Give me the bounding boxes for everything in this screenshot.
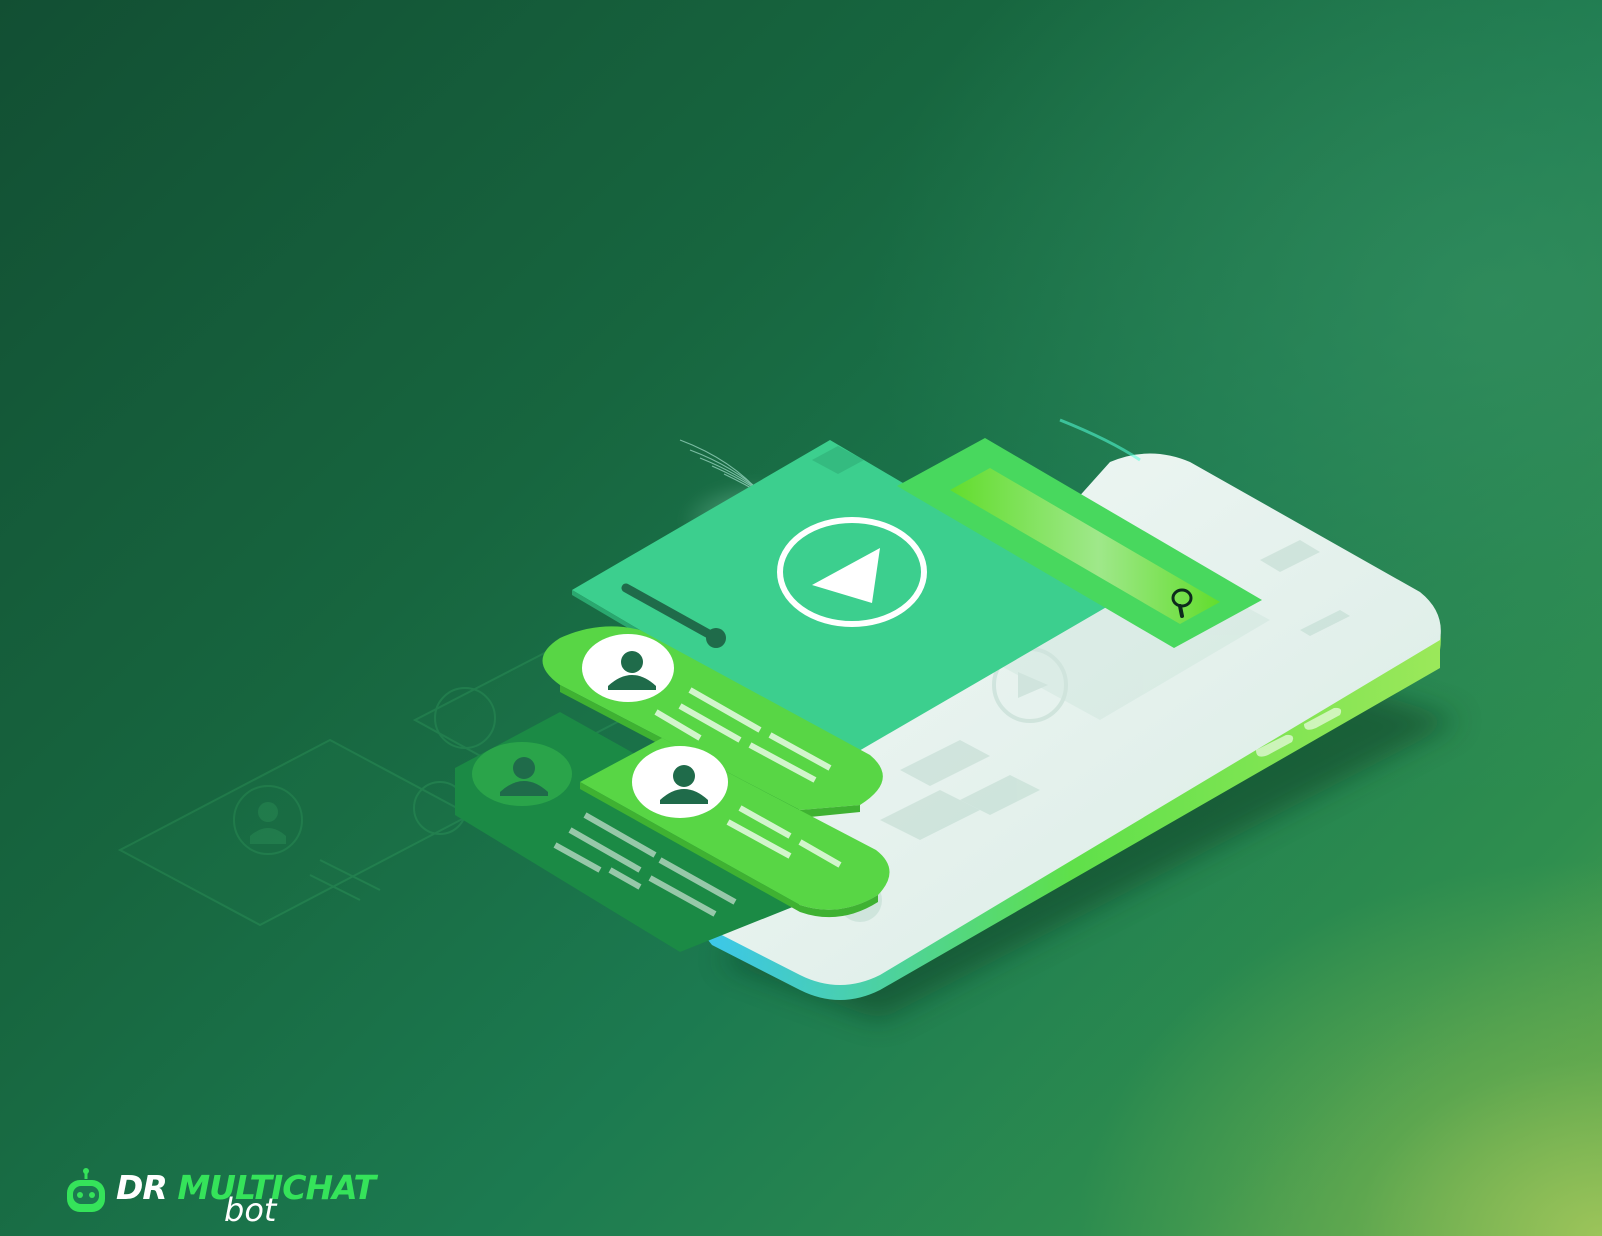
brand-name-bot: bot	[224, 1191, 277, 1229]
brand-logo: DR MULTICHAT bot	[64, 1160, 404, 1226]
isometric-phone-illustration	[117, 418, 1460, 1020]
user-avatar-icon	[582, 634, 674, 702]
user-avatar-icon	[472, 742, 572, 806]
user-avatar-icon	[632, 746, 728, 818]
brand-name-dr: DR	[116, 1168, 168, 1207]
robot-icon	[67, 1168, 105, 1212]
